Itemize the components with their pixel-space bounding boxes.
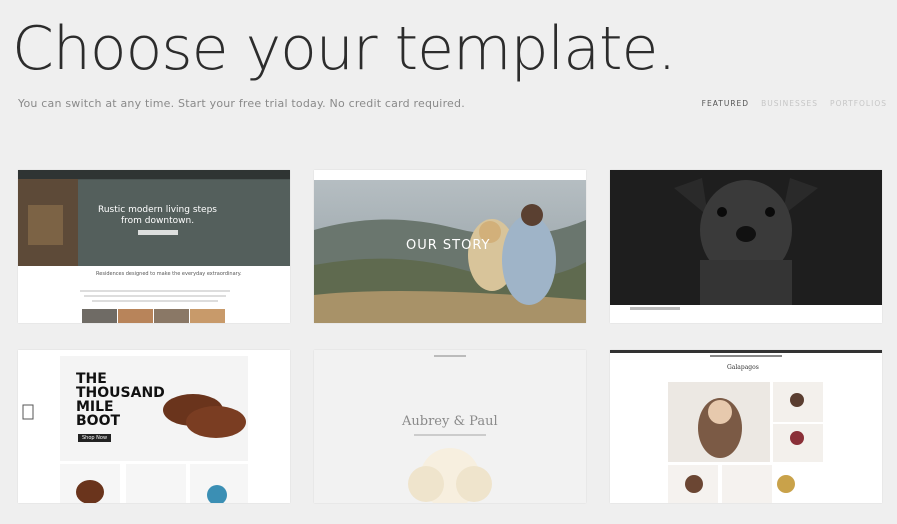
tagline: Residences designed to make the everyday… xyxy=(96,271,242,277)
template-card-galapagos[interactable]: Galapagos xyxy=(610,350,882,503)
hero-line-1: Rustic modern living steps xyxy=(98,205,217,215)
shop-now-button[interactable]: Shop Now xyxy=(78,434,112,442)
page-subtitle: You can switch at any time. Start your f… xyxy=(18,97,465,110)
template-preview-boots xyxy=(18,350,290,503)
brand-logo: Galapagos xyxy=(727,364,759,371)
template-card-real-estate[interactable]: Rustic modern living steps from downtown… xyxy=(18,170,290,323)
headline-4: BOOT xyxy=(76,413,121,429)
template-card-dog-portrait[interactable] xyxy=(610,170,882,323)
hero-text: OUR STORY xyxy=(406,238,491,253)
filter-tab-featured[interactable]: FEATURED xyxy=(702,99,749,108)
template-card-wedding-story[interactable]: OUR STORY xyxy=(314,170,586,323)
template-preview-dog-portrait xyxy=(610,170,882,323)
template-preview-galapagos xyxy=(610,350,882,503)
filter-tabs: FEATURED BUSINESSES PORTFOLIOS xyxy=(702,99,887,108)
couple-names: Aubrey & Paul xyxy=(402,414,498,429)
headline-2: THOUSAND xyxy=(76,385,165,401)
filter-tab-businesses[interactable]: BUSINESSES xyxy=(761,99,818,108)
template-card-wedding-names[interactable]: Aubrey & Paul xyxy=(314,350,586,503)
page-title: Choose your template. xyxy=(12,14,676,84)
hero-line-2: from downtown. xyxy=(121,216,195,226)
template-card-boots[interactable]: THE THOUSAND MILE BOOT Shop Now xyxy=(18,350,290,503)
template-preview-real-estate xyxy=(18,170,290,323)
filter-tab-portfolios[interactable]: PORTFOLIOS xyxy=(830,99,887,108)
headline-3: MILE xyxy=(76,399,114,415)
headline-1: THE xyxy=(76,371,107,387)
